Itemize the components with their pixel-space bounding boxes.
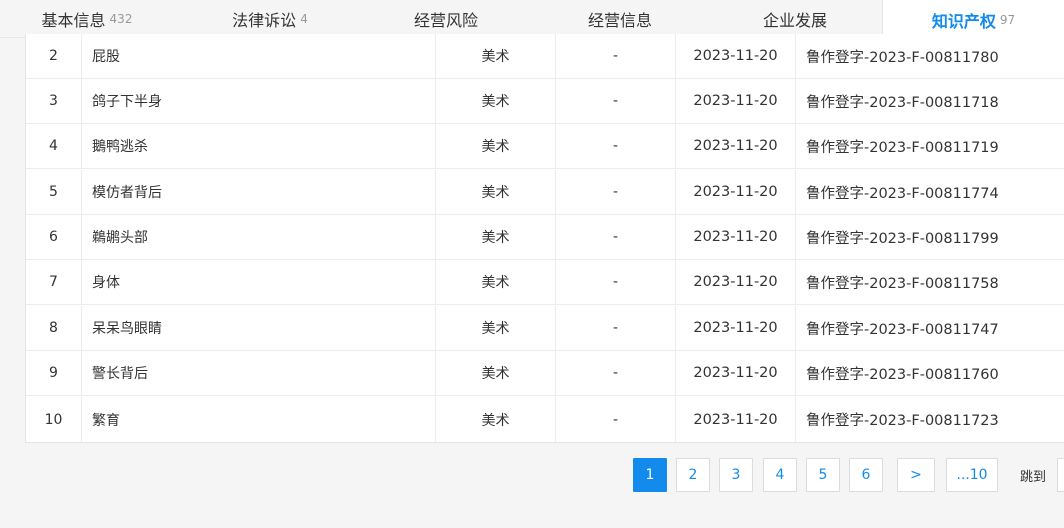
registration-date: 2023-11-20 <box>676 351 796 395</box>
tab-operating-info[interactable]: 经营信息 <box>560 0 680 38</box>
work-category: 美术 <box>436 397 556 442</box>
work-name: 鵝鸭逃杀 <box>82 124 436 168</box>
tab-count: 432 <box>109 12 133 26</box>
table-row: 10 繁育 美术 - 2023-11-20 鲁作登字-2023-F-008117… <box>26 397 1064 442</box>
registration-number: 鲁作登字-2023-F-00811719 <box>806 139 999 156</box>
work-name: 身体 <box>82 260 436 304</box>
work-category: 美术 <box>436 215 556 259</box>
tab-basic-info[interactable]: 基本信息 432 <box>22 0 152 38</box>
registration-number: 鲁作登字-2023-F-00811747 <box>806 321 999 338</box>
table-row: 7 身体 美术 - 2023-11-20 鲁作登字-2023-F-0081175… <box>26 260 1064 305</box>
table-row: 9 警长背后 美术 - 2023-11-20 鲁作登字-2023-F-00811… <box>26 351 1064 396</box>
empty-value: - <box>556 397 676 442</box>
row-index: 2 <box>26 34 82 78</box>
work-category: 美术 <box>436 79 556 123</box>
work-name: 呆呆鸟眼睛 <box>82 306 436 350</box>
empty-value: - <box>556 306 676 350</box>
row-index: 3 <box>26 79 82 123</box>
work-name: 鸽子下半身 <box>82 79 436 123</box>
empty-value: - <box>556 34 676 78</box>
table-row: 2 屁股 美术 - 2023-11-20 鲁作登字-2023-F-0081178… <box>26 34 1064 79</box>
tab-bar: 基本信息 432 法律诉讼 4 经营风险 经营信息 企业发展 知识产权 97 <box>0 0 1064 39</box>
page-button-5[interactable]: 5 <box>806 458 840 492</box>
registration-number: 鲁作登字-2023-F-00811758 <box>806 275 999 292</box>
empty-value: - <box>556 351 676 395</box>
registration-number: 鲁作登字-2023-F-00811780 <box>806 49 999 66</box>
registration-date: 2023-11-20 <box>676 215 796 259</box>
registration-date: 2023-11-20 <box>676 397 796 442</box>
copyright-table: 2 屁股 美术 - 2023-11-20 鲁作登字-2023-F-0081178… <box>25 34 1064 443</box>
registration-number: 鲁作登字-2023-F-00811774 <box>806 185 999 202</box>
registration-number: 鲁作登字-2023-F-00811799 <box>806 230 999 247</box>
jump-to-page-input[interactable] <box>1057 458 1064 492</box>
empty-value: - <box>556 215 676 259</box>
work-category: 美术 <box>436 124 556 168</box>
work-name: 警长背后 <box>82 351 436 395</box>
page-button-1[interactable]: 1 <box>633 458 667 492</box>
empty-value: - <box>556 79 676 123</box>
tab-operating-risk[interactable]: 经营风险 <box>386 0 506 38</box>
registration-date: 2023-11-20 <box>676 34 796 78</box>
jump-to-label: 跳到 <box>1020 469 1047 485</box>
table-row: 6 鵜鹕头部 美术 - 2023-11-20 鲁作登字-2023-F-00811… <box>26 215 1064 260</box>
work-name: 模仿者背后 <box>82 170 436 214</box>
page-button-4[interactable]: 4 <box>763 458 797 492</box>
last-page-button[interactable]: ...10 <box>946 458 998 492</box>
pagination: 1 2 3 4 5 6 > ...10 跳到 <box>0 458 1064 492</box>
tab-count: 97 <box>999 12 1016 27</box>
work-category: 美术 <box>436 351 556 395</box>
work-category: 美术 <box>436 260 556 304</box>
table-row: 8 呆呆鸟眼睛 美术 - 2023-11-20 鲁作登字-2023-F-0081… <box>26 306 1064 351</box>
work-category: 美术 <box>436 306 556 350</box>
tab-label: 企业发展 <box>762 11 827 30</box>
tab-label: 法律诉讼 <box>232 11 297 30</box>
page-button-2[interactable]: 2 <box>676 458 710 492</box>
registration-number: 鲁作登字-2023-F-00811723 <box>806 413 999 429</box>
work-category: 美术 <box>436 34 556 78</box>
row-index: 9 <box>26 351 82 395</box>
registration-date: 2023-11-20 <box>676 260 796 304</box>
table-row: 3 鸽子下半身 美术 - 2023-11-20 鲁作登字-2023-F-0081… <box>26 79 1064 124</box>
row-index: 6 <box>26 215 82 259</box>
work-category: 美术 <box>436 170 556 214</box>
row-index: 10 <box>26 397 82 442</box>
page-button-6[interactable]: 6 <box>849 458 883 492</box>
next-page-button[interactable]: > <box>897 458 935 492</box>
tab-label: 知识产权 <box>931 11 996 31</box>
row-index: 7 <box>26 260 82 304</box>
table-row: 4 鵝鸭逃杀 美术 - 2023-11-20 鲁作登字-2023-F-00811… <box>26 124 1064 169</box>
row-index: 5 <box>26 170 82 214</box>
table-row: 5 模仿者背后 美术 - 2023-11-20 鲁作登字-2023-F-0081… <box>26 170 1064 215</box>
work-name: 鵜鹕头部 <box>82 215 436 259</box>
registration-number: 鲁作登字-2023-F-00811718 <box>806 94 999 111</box>
page-button-3[interactable]: 3 <box>719 458 753 492</box>
registration-date: 2023-11-20 <box>676 124 796 168</box>
row-index: 8 <box>26 306 82 350</box>
row-index: 4 <box>26 124 82 168</box>
empty-value: - <box>556 170 676 214</box>
tab-label: 经营信息 <box>587 11 652 30</box>
empty-value: - <box>556 124 676 168</box>
empty-value: - <box>556 260 676 304</box>
registration-date: 2023-11-20 <box>676 79 796 123</box>
tab-label: 经营风险 <box>413 11 478 30</box>
registration-date: 2023-11-20 <box>676 306 796 350</box>
work-name: 屁股 <box>82 34 436 78</box>
registration-number: 鲁作登字-2023-F-00811760 <box>806 366 999 383</box>
tab-legal-litigation[interactable]: 法律诉讼 4 <box>200 0 340 38</box>
tab-count: 4 <box>300 12 308 26</box>
work-name: 繁育 <box>82 397 436 442</box>
tab-label: 基本信息 <box>41 11 106 30</box>
tab-enterprise-development[interactable]: 企业发展 <box>735 0 855 38</box>
registration-date: 2023-11-20 <box>676 170 796 214</box>
